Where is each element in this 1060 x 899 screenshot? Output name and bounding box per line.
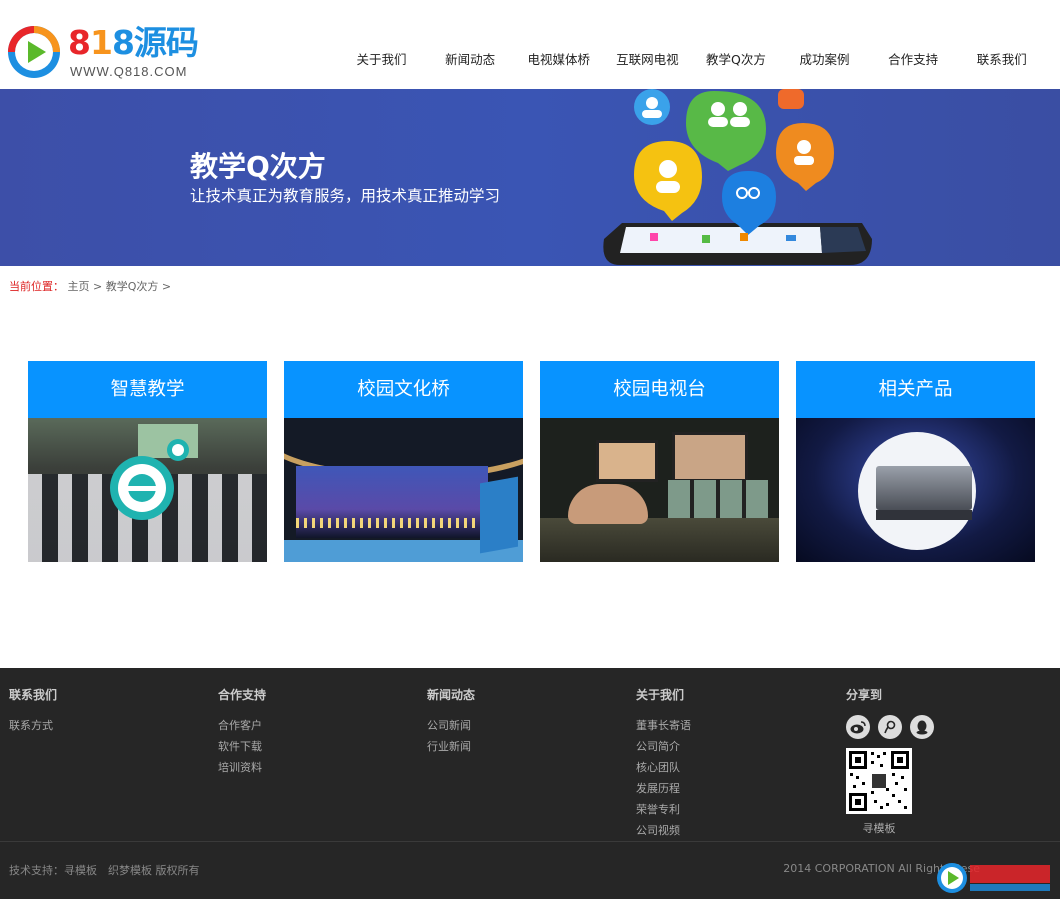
footer-col-about: 关于我们 董事长寄语 公司简介 核心团队 发展历程 荣誉专利 公司视频 [636,686,691,841]
footer-heading: 关于我们 [636,688,685,702]
footer-col-share: 分享到 寻模板 [846,686,934,836]
hero-banner: 教学Q次方 让技术真正为教育服务，用技术真正推动学习 [0,89,1060,266]
main-nav: 关于我们 新闻动态 电视媒体桥 互联网电视 教学Q次方 成功案例 合作支持 联系… [337,46,1046,74]
footer-link[interactable]: 核心团队 [636,757,691,778]
card-related-products[interactable]: 相关产品 [796,361,1035,562]
product-image [796,418,1035,562]
footer-link[interactable]: 行业新闻 [427,736,475,757]
footer-col-cooperation: 合作支持 合作客户 软件下载 培训资料 [218,686,266,778]
breadcrumb: 当前位置： 主页 > 教学Q次方 > [9,278,171,294]
card-campus-culture-bridge[interactable]: 校园文化桥 [284,361,523,562]
footer-col-news: 新闻动态 公司新闻 行业新闻 [427,686,475,757]
footer-tech-support: 技术支持：寻模板 织梦模板 版权所有 [9,864,200,877]
footer-heading: 合作支持 [218,688,267,702]
qr-caption: 寻模板 [862,822,896,835]
footer-link[interactable]: 合作客户 [218,715,266,736]
studio-image [284,418,523,562]
footer-link[interactable]: 公司视频 [636,820,691,841]
card-title: 相关产品 [796,361,1035,418]
card-smart-teaching[interactable]: 智慧教学 [28,361,267,562]
card-title: 校园文化桥 [284,361,523,418]
footer-link[interactable]: 联系方式 [9,715,57,736]
site-footer: 联系我们 联系方式 合作支持 合作客户 软件下载 培训资料 新闻动态 公司新闻 … [0,668,1060,899]
footer-link[interactable]: 公司新闻 [427,715,475,736]
card-title: 智慧教学 [28,361,267,418]
footer-divider [0,841,1060,842]
footer-heading: 新闻动态 [427,688,476,702]
footer-heading: 分享到 [846,688,883,702]
footer-link[interactable]: 公司简介 [636,736,691,757]
footer-link[interactable]: 软件下载 [218,736,266,757]
nav-news[interactable]: 新闻动态 [426,46,515,74]
logo-url: WWW.Q818.COM [70,64,188,79]
nav-teaching-q[interactable]: 教学Q次方 [692,46,781,74]
nav-internet-tv[interactable]: 互联网电视 [603,46,692,74]
site-header: 818源码 WWW.Q818.COM 关于我们 新闻动态 电视媒体桥 互联网电视… [0,0,1060,89]
breadcrumb-label: 当前位置： [9,280,64,293]
site-logo[interactable]: 818源码 WWW.Q818.COM [6,22,206,84]
logo-text: 818源码 [68,23,199,62]
nav-contact[interactable]: 联系我们 [957,46,1046,74]
nav-cases[interactable]: 成功案例 [780,46,869,74]
footer-col-contact: 联系我们 联系方式 [9,686,57,736]
card-campus-tv-station[interactable]: 校园电视台 [540,361,779,562]
breadcrumb-home[interactable]: 主页 [68,280,90,293]
banner-subtitle: 让技术真正为教育服务，用技术真正推动学习 [190,187,501,205]
footer-link[interactable]: 董事长寄语 [636,715,691,736]
breadcrumb-separator: > [93,280,103,293]
footer-heading: 联系我们 [9,688,58,702]
classroom-image [28,418,267,562]
breadcrumb-separator: > [161,280,172,293]
control-room-image [540,418,779,562]
banner-title: 教学Q次方 [190,150,326,183]
breadcrumb-current[interactable]: 教学Q次方 [106,280,159,293]
qr-code [846,748,912,814]
watermark-logo-icon [937,863,1050,893]
nav-tv-media-bridge[interactable]: 电视媒体桥 [514,46,603,74]
footer-link[interactable]: 培训资料 [218,757,266,778]
share-icons [846,715,934,739]
footer-link[interactable]: 发展历程 [636,778,691,799]
play-logo-icon [8,26,60,78]
tencent-weibo-icon[interactable] [878,715,902,739]
nav-about[interactable]: 关于我们 [337,46,426,74]
qq-icon[interactable] [910,715,934,739]
nav-cooperation[interactable]: 合作支持 [869,46,958,74]
category-cards: 智慧教学 校园文化桥 校园电视台 相关产品 [28,361,1052,562]
tablet-bubbles-illustration [603,89,872,265]
footer-link[interactable]: 荣誉专利 [636,799,691,820]
card-title: 校园电视台 [540,361,779,418]
weibo-icon[interactable] [846,715,870,739]
